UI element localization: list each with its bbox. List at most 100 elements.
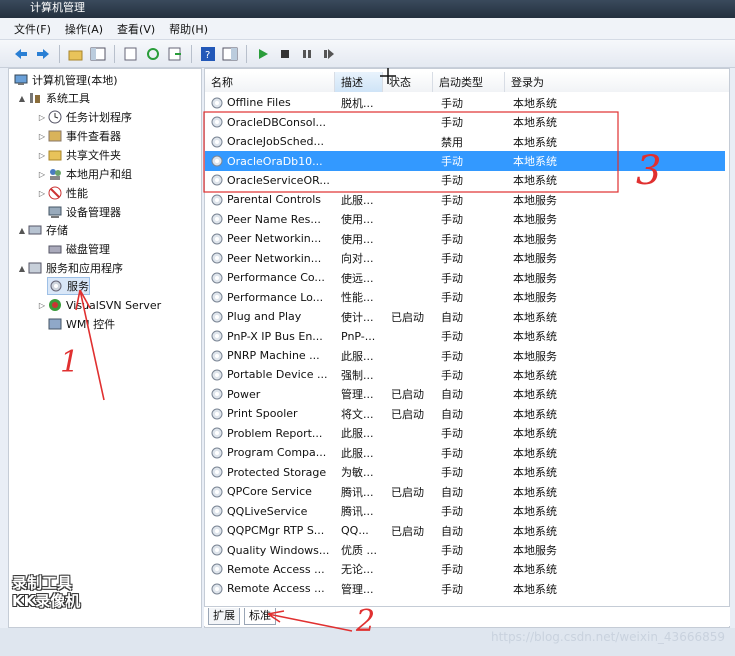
service-row[interactable]: Print Spooler 将文... 已启动 自动 本地系统: [205, 404, 725, 423]
disk-icon: [47, 242, 63, 256]
service-row[interactable]: Remote Access ... 管理... 手动 本地系统: [205, 579, 725, 598]
service-log-on-as: 本地系统: [513, 563, 557, 577]
service-row[interactable]: Offline Files 脱机... 手动 本地系统: [205, 93, 725, 112]
toolbar: ?: [0, 40, 735, 68]
service-name: Peer Networkin...: [227, 232, 322, 246]
expand-arrow-icon[interactable]: ▷: [37, 113, 47, 122]
export-icon[interactable]: [122, 45, 140, 63]
tab-extended[interactable]: 扩展: [208, 608, 240, 625]
pause-icon[interactable]: [298, 45, 316, 63]
expand-arrow-icon[interactable]: ▷: [37, 132, 47, 141]
refresh-icon[interactable]: [144, 45, 162, 63]
collapse-arrow-icon[interactable]: ▲: [17, 264, 27, 273]
tree-item-device-manager[interactable]: 设备管理器: [47, 203, 121, 221]
service-row[interactable]: Plug and Play 使计... 已启动 自动 本地系统: [205, 307, 725, 326]
tab-standard[interactable]: 标准: [244, 608, 276, 625]
service-log-on-as: 本地系统: [513, 96, 557, 110]
tree-item-task-scheduler[interactable]: ▷ 任务计划程序: [37, 108, 132, 126]
csdn-watermark: https://blog.csdn.net/weixin_43666859: [490, 630, 725, 644]
service-row[interactable]: Peer Networkin... 使用... 手动 本地服务: [205, 229, 725, 248]
service-description: 无论...: [341, 563, 374, 577]
expand-arrow-icon[interactable]: ▷: [37, 301, 47, 310]
stop-icon[interactable]: [276, 45, 294, 63]
service-log-on-as: 本地系统: [513, 388, 557, 402]
service-description: 管理...: [341, 388, 374, 402]
help-icon[interactable]: ?: [199, 45, 217, 63]
tree-item-services[interactable]: 服务: [47, 277, 90, 295]
back-arrow-icon[interactable]: [12, 45, 30, 63]
tree-item-shared-folders[interactable]: ▷ 共享文件夹: [37, 146, 121, 164]
service-name: Power: [227, 387, 261, 401]
service-log-on-as: 本地系统: [513, 466, 557, 480]
tree-item-computer-management[interactable]: 计算机管理(本地): [13, 71, 118, 89]
service-gear-icon: [210, 173, 224, 187]
service-row[interactable]: Peer Networkin... 向对... 手动 本地服务: [205, 249, 725, 268]
column-header-startup-type[interactable]: 启动类型: [433, 72, 505, 92]
service-row[interactable]: QQPCMgr RTP S... QQ... 已启动 自动 本地系统: [205, 521, 725, 540]
console-tree-icon[interactable]: [89, 45, 107, 63]
service-startup-type: 手动: [441, 349, 463, 363]
show-hide-icon[interactable]: [221, 45, 239, 63]
service-row[interactable]: Quality Windows... 优质 ... 手动 本地服务: [205, 540, 725, 559]
service-description: QQ...: [341, 524, 369, 538]
column-header-description[interactable]: 描述: [335, 72, 383, 92]
tree-item-wmi-control[interactable]: WMI 控件: [47, 315, 115, 333]
service-row[interactable]: Protected Storage 为敏... 手动 本地系统: [205, 463, 725, 482]
tree-item-disk-management[interactable]: 磁盘管理: [47, 240, 110, 258]
service-gear-icon: [210, 426, 224, 440]
tree-item-storage[interactable]: ▲ 存储: [17, 221, 68, 239]
service-row[interactable]: Portable Device ... 强制... 手动 本地系统: [205, 365, 725, 384]
service-row[interactable]: PNRP Machine ... 此服... 手动 本地服务: [205, 346, 725, 365]
collapse-arrow-icon[interactable]: ▲: [17, 226, 27, 235]
menu-action[interactable]: 操作(A): [65, 21, 103, 37]
tree-item-services-and-apps[interactable]: ▲ 服务和应用程序: [17, 259, 123, 277]
tree-item-performance[interactable]: ▷ 性能: [37, 184, 88, 202]
service-name: Problem Report...: [227, 426, 323, 440]
service-description: 使用...: [341, 232, 374, 246]
service-row[interactable]: QQLiveService 腾讯... 手动 本地系统: [205, 501, 725, 520]
tree-item-local-users-groups[interactable]: ▷ 本地用户和组: [37, 165, 132, 183]
restart-icon[interactable]: [320, 45, 338, 63]
tree-item-visualsvn-server[interactable]: ▷ VisualSVN Server: [37, 296, 161, 314]
play-icon[interactable]: [254, 45, 272, 63]
service-name: QPCore Service: [227, 485, 312, 499]
service-status: 已启动: [391, 485, 424, 499]
tree-item-event-viewer[interactable]: ▷ 事件查看器: [37, 127, 121, 145]
service-row[interactable]: Performance Co... 使远... 手动 本地服务: [205, 268, 725, 287]
service-name: Plug and Play: [227, 310, 302, 324]
column-header-log-on-as[interactable]: 登录为: [505, 72, 729, 92]
service-row[interactable]: Program Compa... 此服... 手动 本地系统: [205, 443, 725, 462]
service-row[interactable]: Peer Name Res... 使用... 手动 本地服务: [205, 210, 725, 229]
service-startup-type: 自动: [441, 485, 463, 499]
clock-icon: [47, 110, 63, 124]
service-row[interactable]: Power 管理... 已启动 自动 本地系统: [205, 385, 725, 404]
service-row[interactable]: Problem Report... 此服... 手动 本地系统: [205, 424, 725, 443]
export-list-icon[interactable]: [166, 45, 184, 63]
service-log-on-as: 本地系统: [513, 427, 557, 441]
service-row[interactable]: OracleDBConsol... 手动 本地系统: [205, 112, 725, 131]
shared-folder-icon: [47, 148, 63, 162]
service-description: 腾讯...: [341, 485, 374, 499]
service-row[interactable]: Remote Access ... 无论... 手动 本地系统: [205, 560, 725, 579]
collapse-arrow-icon[interactable]: ▲: [17, 94, 27, 103]
service-row[interactable]: PnP-X IP Bus En... PnP-... 手动 本地系统: [205, 326, 725, 345]
tree-item-system-tools[interactable]: ▲ 系统工具: [17, 89, 90, 107]
folder-up-icon[interactable]: [67, 45, 85, 63]
expand-arrow-icon[interactable]: ▷: [37, 170, 47, 179]
service-startup-type: 手动: [441, 563, 463, 577]
column-header-status[interactable]: 状态: [383, 72, 433, 92]
forward-arrow-icon[interactable]: [34, 45, 52, 63]
service-gear-icon: [210, 582, 224, 596]
service-row[interactable]: QPCore Service 腾讯... 已启动 自动 本地系统: [205, 482, 725, 501]
annotation-number-3: 3: [636, 148, 662, 194]
service-startup-type: 禁用: [441, 135, 463, 149]
expand-arrow-icon[interactable]: ▷: [37, 189, 47, 198]
column-header-name[interactable]: 名称: [205, 72, 335, 92]
service-row[interactable]: Performance Lo... 性能... 手动 本地服务: [205, 288, 725, 307]
menu-help[interactable]: 帮助(H): [169, 21, 208, 37]
menu-file[interactable]: 文件(F): [14, 21, 51, 37]
service-name: OracleDBConsol...: [227, 115, 327, 129]
menu-view[interactable]: 查看(V): [117, 21, 155, 37]
console-tree: 计算机管理(本地) ▲ 系统工具 ▷ 任务计划程序 ▷ 事件查看器 ▷ 共享文件…: [8, 68, 202, 628]
expand-arrow-icon[interactable]: ▷: [37, 151, 47, 160]
